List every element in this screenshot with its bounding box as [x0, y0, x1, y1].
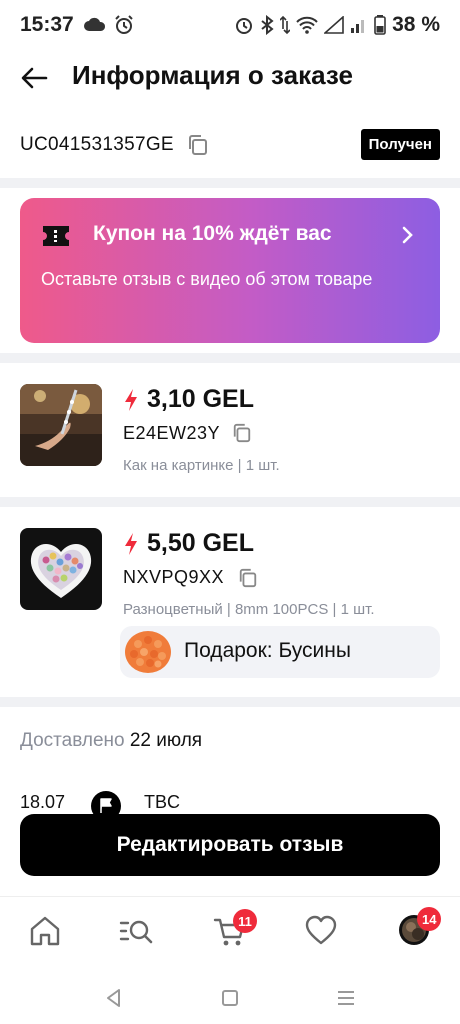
product-variant: Разноцветный | 8mm 100PCS | 1 шт. [123, 601, 375, 618]
signal-empty-icon [324, 16, 344, 34]
tracking-carrier: TBC [144, 792, 180, 812]
tracking-date: 18.07 [20, 792, 66, 812]
copy-sku-button[interactable] [232, 423, 252, 448]
tab-favorites[interactable] [303, 913, 343, 953]
coupon-banner[interactable]: Купон на 10% ждёт вас Оставьте отзыв с в… [20, 198, 440, 343]
alarm-icon [115, 15, 133, 34]
status-time: 15:37 [20, 13, 74, 36]
copy-sku-button[interactable] [238, 568, 258, 593]
nav-home-button[interactable] [218, 986, 242, 1010]
product-sku: E24EW23Y [123, 423, 221, 443]
app-bar: Информация о заказе [0, 50, 460, 106]
status-badge: Получен [360, 129, 440, 160]
coupon-subtitle: Оставьте отзыв с видео об этом товаре [41, 269, 373, 289]
nav-back-button[interactable] [102, 986, 126, 1010]
bottom-tab-bar: 11 14 [0, 896, 460, 972]
gift-item[interactable]: Подарок: Бусины [120, 626, 440, 678]
tab-catalog-search[interactable] [118, 913, 158, 953]
divider [0, 353, 460, 363]
bluetooth-icon [261, 15, 274, 35]
coupon-title: Купон на 10% ждёт вас [93, 222, 332, 245]
nav-back-icon [107, 989, 120, 1007]
chevron-right-icon [402, 226, 413, 244]
search-icon [119, 920, 153, 944]
nav-recents-button[interactable] [334, 986, 358, 1010]
battery-icon [374, 15, 386, 35]
product-sku: NXVPQ9XX [123, 567, 225, 587]
system-nav-bar [0, 972, 460, 1024]
copy-order-id-button[interactable] [187, 134, 209, 161]
nav-menu-icon [338, 991, 354, 1005]
gift-image [125, 631, 171, 673]
signal-icon [351, 20, 365, 33]
cloud-icon [84, 17, 106, 31]
status-bar: 15:37 38 % [0, 0, 460, 50]
divider [0, 697, 460, 707]
home-icon [30, 916, 60, 946]
cart-badge: 11 [233, 909, 257, 933]
lightning-icon [125, 532, 137, 555]
copy-icon [233, 423, 251, 443]
back-arrow-icon [21, 67, 48, 89]
divider [0, 497, 460, 507]
product-image[interactable] [20, 528, 102, 610]
lightning-icon [125, 388, 137, 411]
back-button[interactable] [18, 62, 54, 94]
battery-percent: 38 % [392, 13, 440, 36]
copy-icon [189, 135, 207, 155]
nav-home-icon [222, 990, 238, 1006]
order-id: UC041531357GE [20, 134, 174, 155]
product-variant: Как на картинке | 1 шт. [123, 457, 280, 474]
alarm-icon [236, 18, 253, 34]
heart-icon [305, 915, 337, 945]
page-title: Информация о заказе [72, 60, 353, 90]
delivery-status: Доставлено 22 июля [20, 730, 202, 752]
order-item: 3,10 GEL E24EW23Y Как на картинке | 1 шт… [0, 363, 460, 497]
ticket-icon [43, 226, 69, 246]
product-price: 3,10 GEL [147, 385, 254, 413]
wifi-icon [296, 16, 318, 34]
delivery-label: Доставлено [20, 730, 125, 751]
tab-home[interactable] [27, 913, 67, 953]
gift-label: Подарок: Бусины [184, 639, 351, 662]
copy-icon [239, 568, 257, 588]
product-price: 5,50 GEL [147, 529, 254, 557]
edit-review-button[interactable]: Редактировать отзыв [20, 814, 440, 876]
delivery-date: 22 июля [129, 730, 203, 751]
data-arrows-icon [280, 15, 291, 35]
product-image[interactable] [20, 384, 102, 466]
divider [0, 178, 460, 188]
order-header: UC041531357GE Получен [0, 120, 460, 172]
account-badge: 14 [417, 907, 442, 931]
